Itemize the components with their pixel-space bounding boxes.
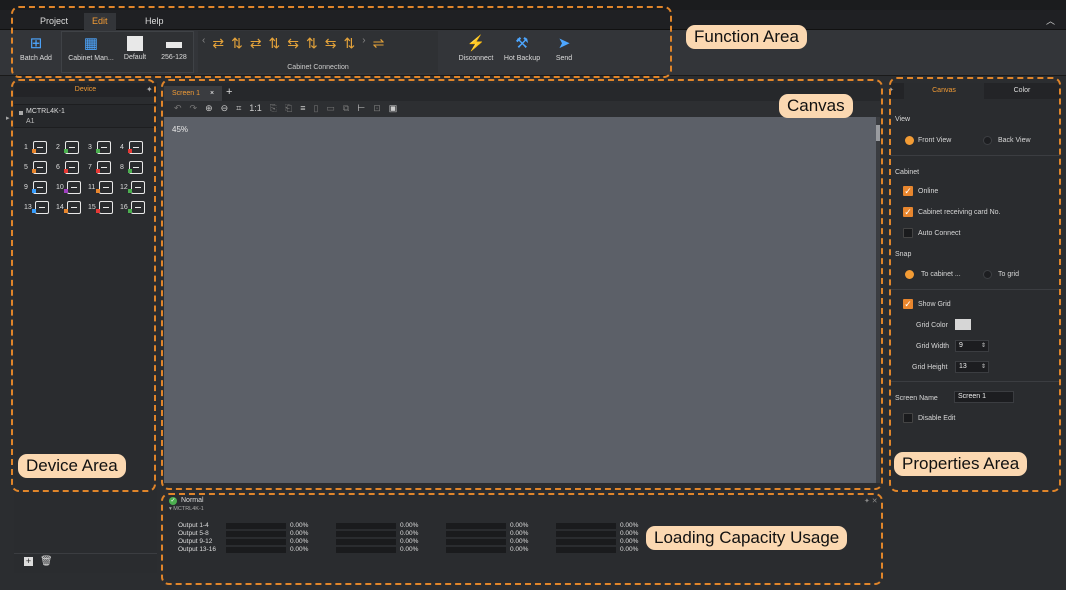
function-area-outline [11, 6, 672, 78]
canvas-outline [161, 79, 883, 490]
properties-area-outline [889, 77, 1061, 492]
add-device-icon[interactable]: + [24, 557, 33, 566]
function-area-callout: Function Area [686, 25, 807, 49]
device-area-callout: Device Area [18, 454, 126, 478]
properties-area-callout: Properties Area [894, 452, 1028, 476]
divider [14, 553, 157, 554]
delete-icon[interactable]: 🗑 [40, 556, 53, 567]
loading-capacity-callout: Loading Capacity Usage [646, 526, 848, 550]
device-area-outline [11, 79, 156, 492]
expand-arrow-icon[interactable]: ▸ [6, 114, 10, 122]
collapse-ribbon-icon[interactable]: ︿ [1046, 14, 1055, 27]
canvas-callout: Canvas [779, 94, 853, 118]
